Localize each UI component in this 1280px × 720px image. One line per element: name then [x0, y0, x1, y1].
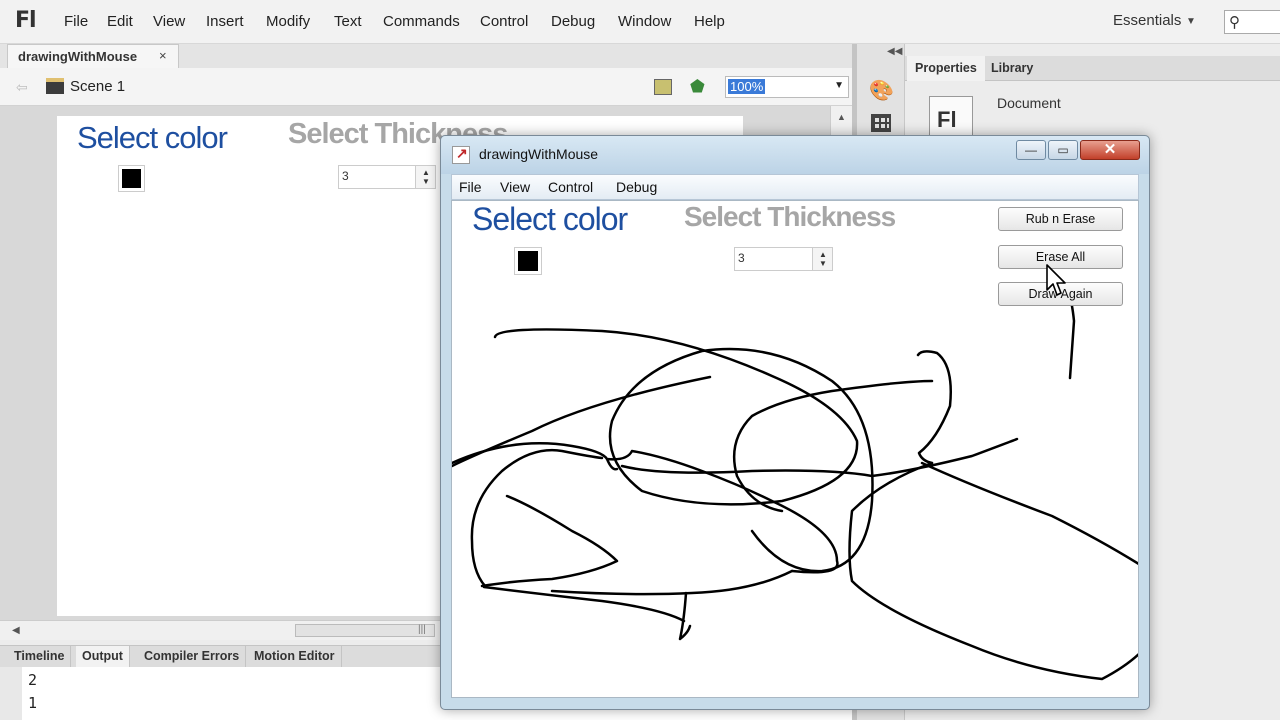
player-drawing-canvas[interactable]: Select color Select Thickness 3 ▲ ▼ Rub …	[451, 200, 1139, 698]
document-tab-bar: drawingWithMouse ×	[0, 44, 852, 68]
output-gutter	[0, 667, 22, 720]
mouse-cursor-icon	[1046, 264, 1066, 296]
chevron-down-icon[interactable]: ▼	[834, 80, 844, 91]
flash-mark-icon: ↗	[456, 145, 468, 161]
drawn-stroke	[916, 350, 952, 465]
menu-text[interactable]: Text	[334, 13, 362, 30]
menu-debug[interactable]: Debug	[551, 13, 595, 30]
select-thickness-heading: Select Thickness	[684, 201, 896, 232]
tab-properties[interactable]: Properties	[907, 56, 985, 81]
stepper-up-icon[interactable]: ▲	[422, 169, 430, 177]
drawn-stroke	[848, 461, 1138, 681]
menu-file[interactable]: File	[64, 13, 88, 30]
output-line: 1	[28, 694, 38, 712]
flash-player-icon: ↗	[452, 145, 470, 164]
main-menu-bar: Fl File Edit View Insert Modify Text Com…	[0, 0, 1280, 44]
menu-edit[interactable]: Edit	[107, 13, 133, 30]
help-search-input[interactable]: ⚲	[1224, 10, 1280, 34]
menu-control[interactable]: Control	[480, 13, 528, 30]
thickness-stepper[interactable]: 3 ▲ ▼	[338, 165, 436, 189]
zoom-value: 100%	[728, 79, 766, 94]
edit-scene-icon[interactable]: ⬟	[690, 77, 705, 97]
drawn-stroke	[732, 379, 934, 513]
drawn-stroke	[605, 457, 619, 471]
document-fl-icon: Fl	[929, 96, 973, 140]
color-picker-swatch[interactable]	[514, 247, 542, 275]
stepper-buttons[interactable]: ▲ ▼	[415, 166, 435, 188]
scene-clapper-icon	[46, 78, 64, 94]
drawn-stroke	[620, 437, 1019, 478]
close-icon[interactable]: ×	[159, 48, 167, 63]
drawn-stroke	[550, 569, 794, 596]
close-button[interactable]: ✕	[1080, 140, 1140, 160]
player-title-bar[interactable]: ↗ drawingWithMouse — ▭ ✕	[441, 136, 1149, 174]
maximize-button[interactable]: ▭	[1048, 140, 1078, 160]
player-menu-view[interactable]: View	[500, 179, 530, 195]
stepper-buttons[interactable]: ▲ ▼	[812, 248, 832, 270]
grip-icon: |||	[418, 624, 426, 635]
document-tab[interactable]: drawingWithMouse ×	[7, 44, 179, 68]
scrollbar-thumb[interactable]: |||	[295, 624, 435, 637]
flash-player-window[interactable]: ↗ drawingWithMouse — ▭ ✕ File View Contr…	[440, 135, 1150, 710]
menu-help[interactable]: Help	[694, 13, 725, 30]
player-menu-bar: File View Control Debug	[451, 174, 1139, 200]
scroll-left-icon[interactable]: ◀	[12, 625, 20, 636]
stepper-down-icon[interactable]: ▼	[819, 260, 827, 268]
collapse-panels-icon[interactable]: ◀◀	[887, 46, 902, 57]
select-color-heading: Select color	[77, 120, 228, 155]
drawn-stroke	[920, 461, 1138, 565]
minimize-button[interactable]: —	[1016, 140, 1046, 160]
tab-output[interactable]: Output	[76, 646, 130, 668]
chevron-down-icon[interactable]: ▼	[1186, 16, 1196, 27]
menu-view[interactable]: View	[153, 13, 185, 30]
swatch-color	[122, 169, 141, 188]
thickness-value: 3	[738, 251, 745, 265]
edit-symbols-icon[interactable]	[654, 79, 672, 95]
workspace-switcher[interactable]: Essentials	[1113, 12, 1181, 29]
edit-bar: ⇦ Scene 1 ⬟ 100% ▼	[0, 68, 852, 106]
drawn-stroke	[480, 494, 619, 588]
drawn-stroke	[678, 591, 692, 641]
tab-timeline[interactable]: Timeline	[8, 646, 72, 668]
thickness-stepper[interactable]: 3 ▲ ▼	[734, 247, 833, 271]
stepper-down-icon[interactable]: ▼	[422, 178, 430, 186]
player-window-title: drawingWithMouse	[479, 146, 599, 162]
scene-label: Scene 1	[70, 78, 126, 95]
drawn-stroke	[493, 328, 874, 573]
align-grid-icon[interactable]	[871, 114, 891, 132]
swatch-color	[518, 251, 538, 271]
scroll-up-icon[interactable]: ▲	[837, 112, 846, 122]
player-menu-file[interactable]: File	[459, 179, 482, 195]
drawn-stroke	[452, 375, 712, 468]
menu-commands[interactable]: Commands	[383, 13, 460, 30]
zoom-select[interactable]: 100% ▼	[725, 76, 849, 98]
drawn-stroke	[452, 442, 839, 574]
tab-compiler-errors[interactable]: Compiler Errors	[138, 646, 247, 668]
back-arrow-icon: ⇦	[16, 79, 28, 95]
freehand-drawing	[452, 289, 1138, 681]
search-icon: ⚲	[1229, 14, 1240, 31]
document-type-label: Document	[997, 95, 1061, 111]
player-menu-control[interactable]: Control	[548, 179, 593, 195]
color-picker-swatch[interactable]	[118, 165, 145, 192]
menu-window[interactable]: Window	[618, 13, 671, 30]
menu-modify[interactable]: Modify	[266, 13, 310, 30]
select-color-heading: Select color	[472, 201, 628, 237]
flash-logo: Fl	[15, 8, 37, 33]
drawn-stroke	[482, 585, 686, 623]
thickness-value: 3	[342, 169, 349, 183]
color-palette-icon[interactable]: 🎨	[869, 78, 894, 103]
stepper-up-icon[interactable]: ▲	[819, 251, 827, 259]
output-line: 2	[28, 671, 38, 689]
panel-tabs: Properties Library	[905, 56, 1280, 81]
rub-n-erase-button[interactable]: Rub n Erase	[998, 207, 1123, 231]
menu-insert[interactable]: Insert	[206, 13, 244, 30]
drawn-stroke	[470, 449, 604, 588]
document-tab-label: drawingWithMouse	[18, 49, 138, 64]
tab-motion-editor[interactable]: Motion Editor	[248, 646, 342, 668]
player-menu-debug[interactable]: Debug	[616, 179, 657, 195]
tab-library[interactable]: Library	[983, 56, 1041, 81]
